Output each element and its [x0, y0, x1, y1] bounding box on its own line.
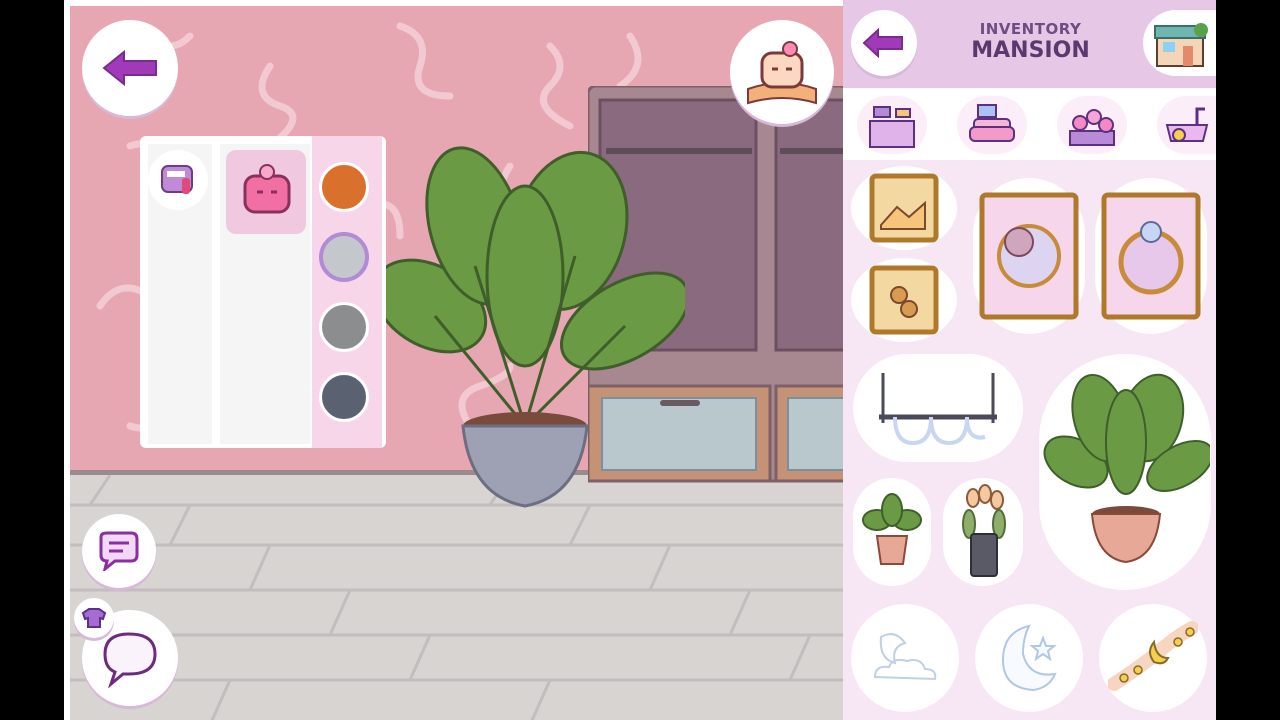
- category-living-room[interactable]: [957, 96, 1027, 154]
- item-mirror-round[interactable]: [973, 178, 1085, 334]
- category-garden[interactable]: [1057, 96, 1127, 154]
- item-frame-small[interactable]: [851, 258, 957, 342]
- chat-button[interactable]: [82, 514, 156, 588]
- story-book-icon: [747, 41, 817, 105]
- back-arrow-icon: [102, 49, 157, 87]
- clothes-rack-icon: [879, 373, 997, 446]
- story-button[interactable]: [730, 20, 834, 124]
- kitchen-icon: [869, 106, 915, 148]
- chat-bubble-icon: [99, 531, 139, 571]
- color-swatch[interactable]: [319, 302, 369, 352]
- bathtub-icon: [1165, 107, 1208, 142]
- item-potted-plant-large[interactable]: [1039, 354, 1211, 590]
- house-select-button[interactable]: [1143, 10, 1216, 76]
- tulip-vase-icon: [962, 484, 1006, 577]
- flowers-icon: [1069, 109, 1115, 146]
- inventory-header: INVENTORY MANSION: [843, 0, 1216, 88]
- color-swatch[interactable]: [319, 162, 369, 212]
- sofa-icon: [969, 104, 1015, 142]
- pink-character-icon: [243, 164, 291, 214]
- item-frame-landscape[interactable]: [851, 166, 957, 250]
- color-picker-panel: [140, 136, 386, 448]
- shirt-icon: [81, 608, 107, 628]
- inventory-panel: INVENTORY MANSION: [843, 0, 1216, 720]
- mirror-icon: [979, 192, 1079, 320]
- outfit-button[interactable]: [74, 598, 114, 638]
- inventory-label: INVENTORY: [979, 20, 1082, 38]
- item-small-plant[interactable]: [853, 478, 931, 586]
- paint-tool-button[interactable]: [148, 150, 208, 210]
- picture-frame-icon: [869, 173, 939, 243]
- potted-plant[interactable]: [375, 146, 685, 516]
- location-name: MANSION: [971, 38, 1090, 63]
- back-arrow-icon: [862, 28, 903, 58]
- picture-frame-icon: [869, 265, 939, 335]
- room-scene: [70, 6, 844, 720]
- house-icon: [1153, 23, 1208, 67]
- item-moon-lamp[interactable]: [975, 604, 1083, 712]
- inventory-back-button[interactable]: [851, 10, 917, 76]
- star-garland-icon: [1108, 621, 1198, 691]
- category-bathroom[interactable]: [1157, 96, 1216, 154]
- back-button[interactable]: [82, 20, 178, 116]
- item-star-garland[interactable]: [1099, 604, 1207, 712]
- color-swatch[interactable]: [319, 232, 369, 282]
- game-screen: INVENTORY MANSION: [64, 0, 1216, 720]
- inventory-title: INVENTORY MANSION: [943, 20, 1118, 63]
- item-variant-button[interactable]: [226, 150, 306, 234]
- plant-icon: [1043, 373, 1210, 564]
- paint-palette-icon: [161, 165, 193, 194]
- cloud-moon-icon: [873, 633, 937, 681]
- item-clothes-rack[interactable]: [853, 354, 1023, 462]
- small-plant-icon: [862, 493, 922, 565]
- color-swatch[interactable]: [319, 372, 369, 422]
- category-kitchen[interactable]: [857, 96, 927, 154]
- item-cloud-moon-light[interactable]: [851, 604, 959, 712]
- category-tabs: [843, 88, 1216, 160]
- moon-icon: [1001, 624, 1057, 692]
- item-mirror-hanging[interactable]: [1095, 178, 1207, 334]
- speech-bubble-icon: [103, 632, 157, 688]
- mirror-icon: [1101, 192, 1201, 320]
- item-tulip-vase[interactable]: [943, 478, 1023, 586]
